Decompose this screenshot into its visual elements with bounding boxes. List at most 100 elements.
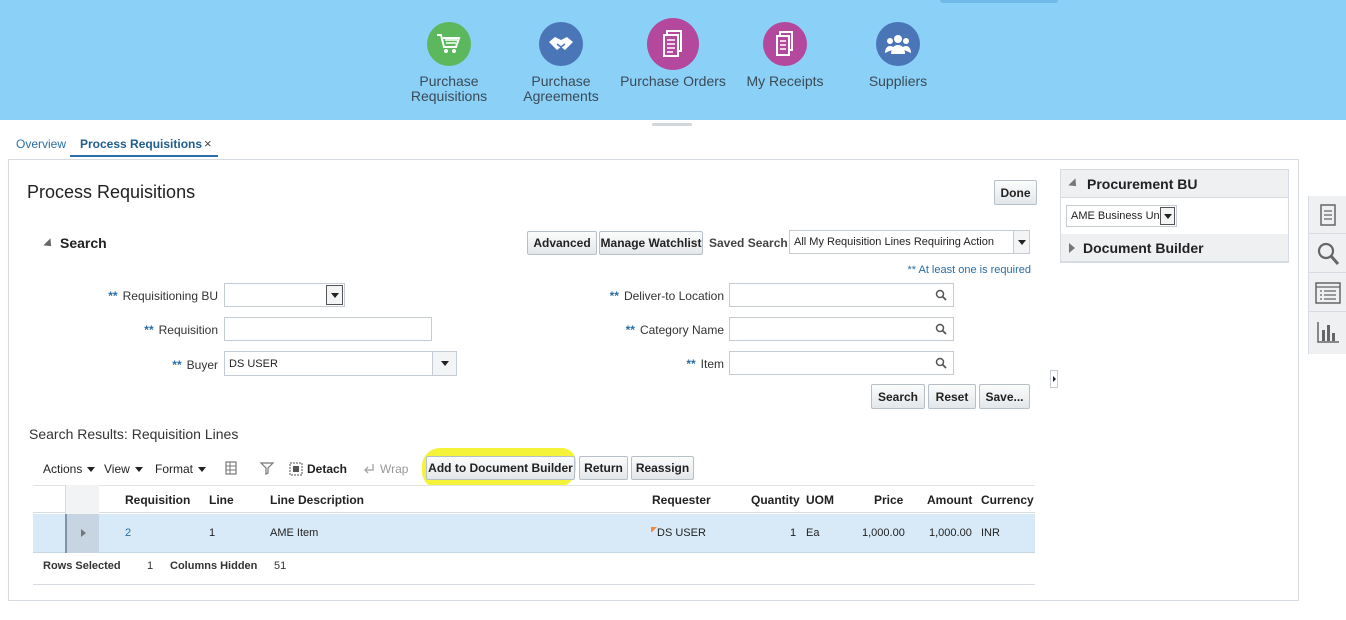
view-label: View <box>104 462 130 476</box>
requisition-input[interactable] <box>224 317 432 341</box>
document-builder-title: Document Builder <box>1083 239 1204 256</box>
save-search-button[interactable]: Save... <box>979 384 1030 409</box>
worklist-icon[interactable] <box>1309 196 1346 234</box>
right-panel: Procurement BU AME Business Unit Documen… <box>1060 169 1289 263</box>
return-button[interactable]: Return <box>579 456 628 480</box>
buyer-select[interactable]: DS USER <box>224 351 457 376</box>
nav-suppliers[interactable]: Suppliers <box>842 22 954 89</box>
chevron-down-icon[interactable] <box>1013 231 1029 253</box>
buyer-label: ** Buyer <box>104 358 218 372</box>
cell-amount: 1,000.00 <box>929 527 972 539</box>
freeze-icon[interactable] <box>223 460 239 476</box>
requisitioning-bu-select[interactable] <box>224 283 345 307</box>
col-requester[interactable]: Requester <box>652 493 711 507</box>
chevron-down-icon <box>134 466 143 472</box>
buyer-text: Buyer <box>186 358 218 372</box>
deliver-to-location-label: ** Deliver-to Location <box>594 289 724 303</box>
saved-search-label: Saved Search <box>709 236 788 250</box>
required-mark: ** <box>686 357 696 371</box>
search-section-header[interactable]: Search <box>43 235 107 251</box>
banner-top-indicator <box>940 0 1058 3</box>
nav-label-line2: Requisitions <box>410 88 488 104</box>
document-builder-header[interactable]: Document Builder <box>1061 234 1288 262</box>
collapse-triangle-icon <box>1068 177 1080 190</box>
wrap-label: Wrap <box>380 462 409 476</box>
search-icon[interactable] <box>935 323 947 335</box>
reassign-button[interactable]: Reassign <box>631 456 694 480</box>
procurement-bu-select[interactable]: AME Business Unit <box>1066 205 1177 227</box>
deliver-to-location-input[interactable] <box>729 283 954 307</box>
requisitioning-bu-label: ** Requisitioning BU <box>104 289 218 303</box>
col-quantity[interactable]: Quantity <box>751 493 800 507</box>
tab-overview[interactable]: Overview <box>16 137 66 151</box>
category-name-input[interactable] <box>729 317 954 341</box>
tab-process-requisitions[interactable]: Process Requisitions <box>80 137 202 151</box>
requisition-text: Requisition <box>158 323 218 337</box>
search-icon[interactable] <box>1309 235 1346 273</box>
cell-requester: DS USER <box>657 527 706 539</box>
rows-selected-value: 1 <box>147 560 154 572</box>
nav-label-line2: Agreements <box>523 88 599 104</box>
search-button[interactable]: Search <box>871 384 925 409</box>
rows-selected-label: Rows Selected <box>43 560 121 572</box>
expand-triangle-icon <box>1069 242 1075 253</box>
columns-hidden-value: 51 <box>274 560 287 572</box>
row-selector[interactable] <box>65 514 99 553</box>
add-to-document-builder-button[interactable]: Add to Document Builder <box>426 456 575 480</box>
detach-button[interactable]: Detach <box>289 462 347 476</box>
done-button[interactable]: Done <box>994 180 1037 205</box>
procurement-bu-header[interactable]: Procurement BU <box>1061 170 1288 198</box>
chevron-down-icon[interactable] <box>326 285 343 305</box>
chevron-down-icon[interactable] <box>1160 207 1175 225</box>
active-tab-indicator <box>70 155 218 157</box>
required-mark: ** <box>625 323 635 337</box>
table-row[interactable]: 2 1 AME Item DS USER 1 Ea 1,000.00 1,000… <box>33 514 1035 553</box>
requisition-link[interactable]: 2 <box>125 527 131 539</box>
cell-quantity: 1 <box>790 527 797 539</box>
manage-watchlist-button[interactable]: Manage Watchlist <box>599 231 703 255</box>
panel-splitter-toggle[interactable] <box>1050 370 1058 388</box>
col-line-description[interactable]: Line Description <box>270 493 364 507</box>
columns-hidden-label: Columns Hidden <box>170 560 258 572</box>
wrap-button[interactable]: Wrap <box>364 462 408 476</box>
format-label: Format <box>155 462 194 476</box>
requisitioning-bu-text: Requisitioning BU <box>122 289 218 303</box>
nav-label-line1: Purchase Orders <box>620 73 726 89</box>
table-header: Requisition Line Line Description Reques… <box>33 485 1035 513</box>
banner-grip-handle[interactable] <box>652 123 692 126</box>
handshake-icon <box>539 22 583 66</box>
col-line[interactable]: Line <box>209 493 234 507</box>
nav-my-receipts[interactable]: My Receipts <box>729 22 841 89</box>
query-by-example-icon[interactable] <box>259 460 275 476</box>
deliver-to-location-text: Deliver-to Location <box>623 289 724 303</box>
close-icon[interactable]: × <box>204 136 212 151</box>
format-menu[interactable]: Format <box>155 462 207 476</box>
chevron-down-icon[interactable] <box>432 352 456 375</box>
saved-search-select[interactable]: All My Requisition Lines Requiring Actio… <box>789 230 1030 254</box>
col-uom[interactable]: UOM <box>806 493 834 507</box>
col-amount[interactable]: Amount <box>927 493 972 507</box>
required-hint: ** At least one is required <box>907 264 1031 276</box>
right-rail <box>1308 196 1346 354</box>
people-icon <box>876 22 920 66</box>
col-price[interactable]: Price <box>874 493 903 507</box>
actions-menu[interactable]: Actions <box>43 462 96 476</box>
expand-row-icon[interactable] <box>78 528 88 538</box>
list-icon[interactable] <box>1309 274 1346 312</box>
item-input[interactable] <box>729 351 954 375</box>
nav-purchase-agreements[interactable]: Purchase Agreements <box>505 22 617 104</box>
search-icon[interactable] <box>935 289 947 301</box>
nav-purchase-requisitions[interactable]: Purchase Requisitions <box>393 22 505 104</box>
nav-label-line1: Purchase <box>419 73 479 89</box>
procurement-bu-title: Procurement BU <box>1087 175 1198 192</box>
view-menu[interactable]: View <box>104 462 143 476</box>
col-currency[interactable]: Currency <box>981 493 1034 507</box>
nav-label-line1: Purchase <box>531 73 591 89</box>
nav-purchase-orders[interactable]: Purchase Orders <box>617 18 729 89</box>
search-icon[interactable] <box>935 357 947 369</box>
col-requisition[interactable]: Requisition <box>125 493 190 507</box>
reset-button[interactable]: Reset <box>928 384 976 409</box>
advanced-button[interactable]: Advanced <box>527 231 597 255</box>
required-mark: ** <box>172 358 182 372</box>
chart-icon[interactable] <box>1309 313 1346 351</box>
